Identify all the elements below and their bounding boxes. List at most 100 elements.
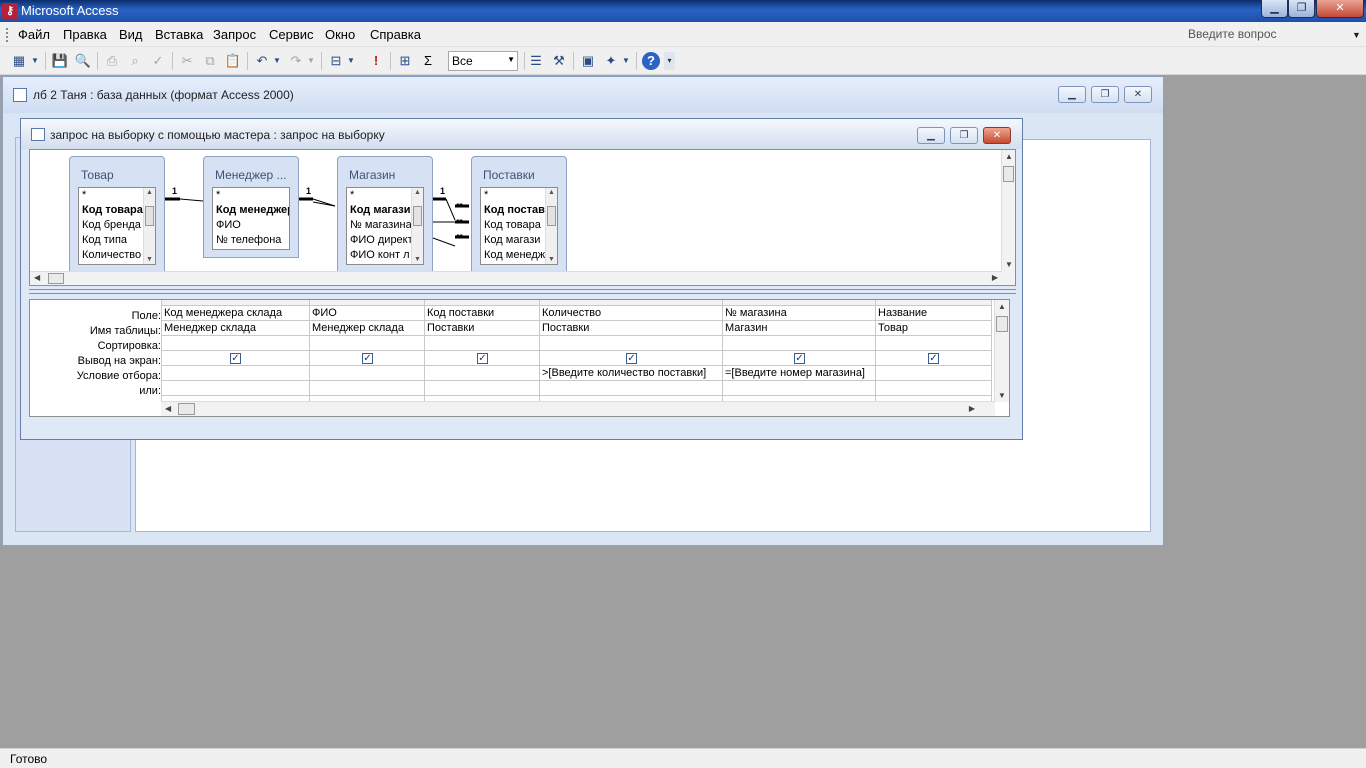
- grid-cell-field[interactable]: Код менеджера склада: [162, 306, 309, 321]
- totals-icon[interactable]: Σ: [419, 52, 437, 70]
- query-type-icon[interactable]: ⊟: [327, 52, 345, 70]
- field-list-scrollbar[interactable]: ▲ ▼: [411, 188, 423, 264]
- grid-cell-table[interactable]: Поставки: [425, 321, 539, 336]
- table-pane-vscrollbar[interactable]: ▲ ▼: [1001, 150, 1015, 285]
- menu-help[interactable]: Справка: [370, 27, 421, 42]
- show-checkbox[interactable]: ✓: [626, 353, 637, 364]
- scroll-thumb[interactable]: [996, 316, 1008, 332]
- show-checkbox[interactable]: ✓: [477, 353, 488, 364]
- table-tovar[interactable]: Товар * Код товара Код бренда Код типа К…: [69, 156, 165, 274]
- show-table-icon[interactable]: ⊞: [396, 52, 414, 70]
- grid-cell-field[interactable]: ФИО: [310, 306, 424, 321]
- grid-cell-table[interactable]: Магазин: [723, 321, 875, 336]
- redo-icon[interactable]: ↷: [287, 52, 305, 70]
- show-checkbox[interactable]: ✓: [362, 353, 373, 364]
- grid-cell-sort[interactable]: [310, 336, 424, 351]
- scroll-left-icon[interactable]: ◀: [34, 273, 40, 282]
- field-item[interactable]: ФИО: [213, 218, 289, 233]
- menu-window[interactable]: Окно: [325, 27, 355, 42]
- cut-icon[interactable]: ✂: [178, 52, 196, 70]
- db-minimize-button[interactable]: ▁: [1058, 86, 1086, 103]
- grid-cell-criteria[interactable]: [310, 366, 424, 381]
- grid-cell-table[interactable]: Менеджер склада: [310, 321, 424, 336]
- field-list[interactable]: * Код постав Код товара Код магази Код м…: [480, 187, 558, 265]
- view-dropdown-icon[interactable]: ▼: [30, 52, 40, 70]
- grid-cell-criteria[interactable]: =[Введите номер магазина]: [723, 366, 875, 381]
- search-file-icon[interactable]: 🔍: [74, 52, 92, 70]
- grid-cell-criteria[interactable]: [425, 366, 539, 381]
- top-values-combo[interactable]: Все ▼: [448, 51, 518, 71]
- grid-cell-or[interactable]: [876, 381, 991, 396]
- undo-dropdown-icon[interactable]: ▼: [272, 52, 282, 70]
- grid-cell-field[interactable]: Код поставки: [425, 306, 539, 321]
- grid-cell-show[interactable]: ✓: [310, 351, 424, 366]
- grid-cell-table[interactable]: Менеджер склада: [162, 321, 309, 336]
- show-checkbox[interactable]: ✓: [794, 353, 805, 364]
- field-list[interactable]: * Код менеджер ФИО № телефона: [212, 187, 290, 250]
- minimize-app-button[interactable]: ▁: [1261, 0, 1288, 18]
- db-close-button[interactable]: ✕: [1124, 86, 1152, 103]
- grid-cell-table[interactable]: Поставки: [540, 321, 722, 336]
- grid-cell-criteria[interactable]: >[Введите количество поставки]: [540, 366, 722, 381]
- scroll-right-icon[interactable]: ▶: [992, 273, 998, 282]
- grid-cell-criteria[interactable]: [162, 366, 309, 381]
- grid-cell-or[interactable]: [425, 381, 539, 396]
- pane-splitter[interactable]: [29, 289, 1016, 294]
- grid-cell-table[interactable]: Товар: [876, 321, 991, 336]
- print-preview-icon[interactable]: ⌕: [126, 52, 144, 70]
- scroll-left-icon[interactable]: ◀: [165, 404, 171, 413]
- field-list[interactable]: * Код магазин № магазина ФИО директ ФИО …: [346, 187, 424, 265]
- table-postavki[interactable]: Поставки * Код постав Код товара Код маг…: [471, 156, 567, 274]
- ask-question-dropdown-icon[interactable]: ▼: [1352, 30, 1361, 40]
- chevron-down-icon[interactable]: ▼: [507, 55, 515, 64]
- scroll-up-icon[interactable]: ▲: [414, 189, 421, 196]
- restore-app-button[interactable]: ❐: [1288, 0, 1315, 18]
- grid-cell-field[interactable]: Количество: [540, 306, 722, 321]
- grid-hscrollbar[interactable]: ◀ ▶: [161, 401, 995, 416]
- properties-icon[interactable]: ☰: [527, 52, 545, 70]
- scroll-down-icon[interactable]: ▼: [414, 256, 421, 263]
- print-icon[interactable]: ⎙: [103, 52, 121, 70]
- save-icon[interactable]: 💾: [51, 52, 69, 70]
- scroll-thumb[interactable]: [178, 403, 195, 415]
- query-close-button[interactable]: ✕: [983, 127, 1011, 144]
- table-pane-hscrollbar[interactable]: ◀ ▶: [30, 271, 1002, 285]
- toolbar-options-icon[interactable]: ▾: [664, 52, 675, 70]
- field-list[interactable]: * Код товара Код бренда Код типа Количес…: [78, 187, 156, 265]
- copy-icon[interactable]: ⧉: [201, 52, 219, 70]
- database-window-icon[interactable]: ▣: [579, 52, 597, 70]
- scroll-up-icon[interactable]: ▲: [146, 189, 153, 196]
- scroll-down-icon[interactable]: ▼: [1005, 260, 1013, 269]
- grid-cell-criteria[interactable]: [876, 366, 991, 381]
- close-app-button[interactable]: ✕: [1316, 0, 1364, 18]
- scroll-up-icon[interactable]: ▲: [548, 189, 555, 196]
- paste-icon[interactable]: 📋: [224, 52, 242, 70]
- show-checkbox[interactable]: ✓: [230, 353, 241, 364]
- menu-edit[interactable]: Правка: [63, 27, 107, 42]
- grid-cell-sort[interactable]: [162, 336, 309, 351]
- show-checkbox[interactable]: ✓: [928, 353, 939, 364]
- scroll-up-icon[interactable]: ▲: [998, 302, 1006, 311]
- scroll-right-icon[interactable]: ▶: [969, 404, 975, 413]
- grid-cell-or[interactable]: [162, 381, 309, 396]
- grid-cell-or[interactable]: [540, 381, 722, 396]
- grid-cell-field[interactable]: Название: [876, 306, 991, 321]
- grid-cell-or[interactable]: [723, 381, 875, 396]
- field-item[interactable]: № телефона: [213, 233, 289, 248]
- field-item[interactable]: Код менеджер: [213, 203, 289, 218]
- scroll-thumb[interactable]: [145, 206, 154, 226]
- field-list-scrollbar[interactable]: ▲ ▼: [545, 188, 557, 264]
- grid-cell-show[interactable]: ✓: [162, 351, 309, 366]
- field-list-scrollbar[interactable]: ▲ ▼: [143, 188, 155, 264]
- query-restore-button[interactable]: ❐: [950, 127, 978, 144]
- scroll-thumb[interactable]: [547, 206, 556, 226]
- menu-view[interactable]: Вид: [119, 27, 143, 42]
- view-icon[interactable]: ▦: [10, 52, 28, 70]
- grid-cell-show[interactable]: ✓: [540, 351, 722, 366]
- grid-cell-sort[interactable]: [723, 336, 875, 351]
- scroll-thumb[interactable]: [413, 206, 422, 226]
- grid-cell-or[interactable]: [310, 381, 424, 396]
- query-type-dropdown-icon[interactable]: ▼: [346, 52, 356, 70]
- run-icon[interactable]: !: [367, 52, 385, 70]
- scroll-down-icon[interactable]: ▼: [998, 391, 1006, 400]
